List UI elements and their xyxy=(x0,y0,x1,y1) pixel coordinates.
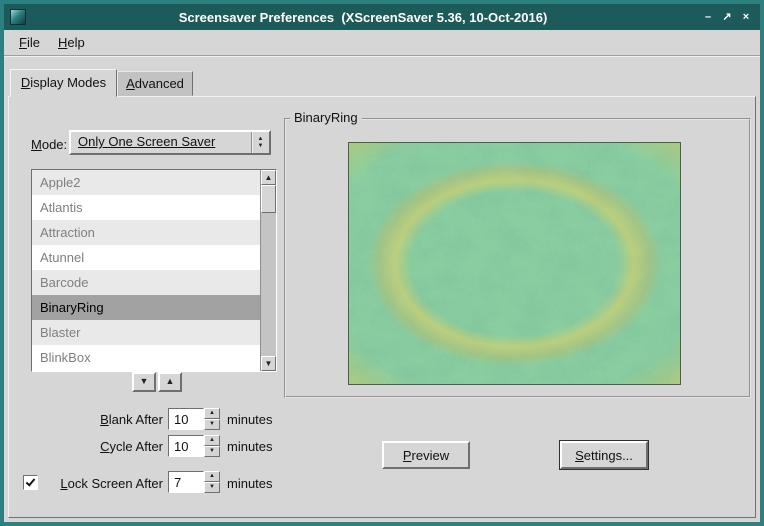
check-icon xyxy=(26,476,36,486)
display-modes-page: Mode: Only One Screen Saver ▲ ▼ Apple2At… xyxy=(8,96,756,518)
combo-stepper-icon[interactable]: ▲ ▼ xyxy=(251,132,269,153)
maximize-icon[interactable]: ↗ xyxy=(719,9,735,25)
spin-down-icon[interactable]: ▼ xyxy=(204,482,220,493)
list-item[interactable]: Attraction xyxy=(32,220,260,245)
xscreensaver-window: Screensaver Preferences (XScreenSaver 5.… xyxy=(0,0,764,526)
cycle-after-input[interactable] xyxy=(168,435,204,457)
window-title: Screensaver Preferences (XScreenSaver 5.… xyxy=(26,10,700,25)
spin-down-icon[interactable]: ▼ xyxy=(204,419,220,430)
spin-up-icon[interactable]: ▲ xyxy=(204,435,220,446)
minimize-icon[interactable]: – xyxy=(700,9,716,25)
list-item[interactable]: BlinkBox xyxy=(32,345,260,370)
close-icon[interactable]: × xyxy=(738,9,754,25)
list-item[interactable]: BinaryRing xyxy=(32,295,260,320)
blank-after-label: Blank After xyxy=(31,412,163,427)
spin-up-icon[interactable]: ▲ xyxy=(204,471,220,482)
combo-up-icon: ▲ xyxy=(258,136,264,143)
scrollbar-thumb[interactable] xyxy=(261,185,276,213)
list-item[interactable]: Atunnel xyxy=(32,245,260,270)
binaryring-pattern xyxy=(349,143,680,384)
mode-combo[interactable]: Only One Screen Saver ▲ ▼ xyxy=(69,130,271,155)
cycle-after-unit: minutes xyxy=(227,439,273,454)
next-saver-button[interactable]: ▼ xyxy=(132,372,156,392)
menubar: File Help xyxy=(4,30,760,56)
list-item[interactable]: Blaster xyxy=(32,320,260,345)
cycle-after-label: Cycle After xyxy=(31,439,163,454)
tab-advanced[interactable]: Advanced xyxy=(117,71,193,96)
list-item[interactable]: Apple2 xyxy=(32,170,260,195)
preview-frame-title: BinaryRing xyxy=(290,110,362,125)
saver-listbox: Apple2AtlantisAttractionAtunnelBarcodeBi… xyxy=(31,169,277,372)
titlebar[interactable]: Screensaver Preferences (XScreenSaver 5.… xyxy=(4,4,760,30)
scroll-up-icon[interactable]: ▲ xyxy=(261,170,276,185)
lock-screen-label: Lock Screen After xyxy=(43,476,163,491)
spin-up-icon[interactable]: ▲ xyxy=(204,408,220,419)
combo-down-icon: ▼ xyxy=(258,143,264,150)
lock-screen-unit: minutes xyxy=(227,476,273,491)
menu-file[interactable]: File xyxy=(10,32,49,53)
blank-after-steppers: ▲ ▼ xyxy=(204,408,220,430)
mode-combo-value: Only One Screen Saver xyxy=(71,132,251,153)
previous-saver-button[interactable]: ▲ xyxy=(158,372,182,392)
blank-after-unit: minutes xyxy=(227,412,273,427)
cycle-after-spinner: ▲ ▼ xyxy=(168,435,220,457)
window-icon xyxy=(10,9,26,25)
saver-list-rows: Apple2AtlantisAttractionAtunnelBarcodeBi… xyxy=(32,170,260,371)
menu-help[interactable]: Help xyxy=(49,32,94,53)
preview-image xyxy=(348,142,681,385)
spin-down-icon[interactable]: ▼ xyxy=(204,446,220,457)
blank-after-input[interactable] xyxy=(168,408,204,430)
scroll-down-icon[interactable]: ▼ xyxy=(261,356,276,371)
lock-screen-checkbox[interactable] xyxy=(23,475,38,490)
lock-screen-spinner: ▲ ▼ xyxy=(168,471,220,493)
preview-button[interactable]: Preview xyxy=(382,441,470,469)
cycle-after-steppers: ▲ ▼ xyxy=(204,435,220,457)
blank-after-spinner: ▲ ▼ xyxy=(168,408,220,430)
window-controls: – ↗ × xyxy=(700,9,754,25)
lock-screen-steppers: ▲ ▼ xyxy=(204,471,220,493)
settings-button[interactable]: Settings... xyxy=(560,441,648,469)
lock-screen-input[interactable] xyxy=(168,471,204,493)
list-item[interactable]: Barcode xyxy=(32,270,260,295)
tab-display-modes[interactable]: Display Modes xyxy=(10,69,117,97)
mode-label: Mode: xyxy=(31,137,67,152)
list-item[interactable]: Atlantis xyxy=(32,195,260,220)
saver-list-scrollbar[interactable]: ▲ ▼ xyxy=(260,170,276,371)
